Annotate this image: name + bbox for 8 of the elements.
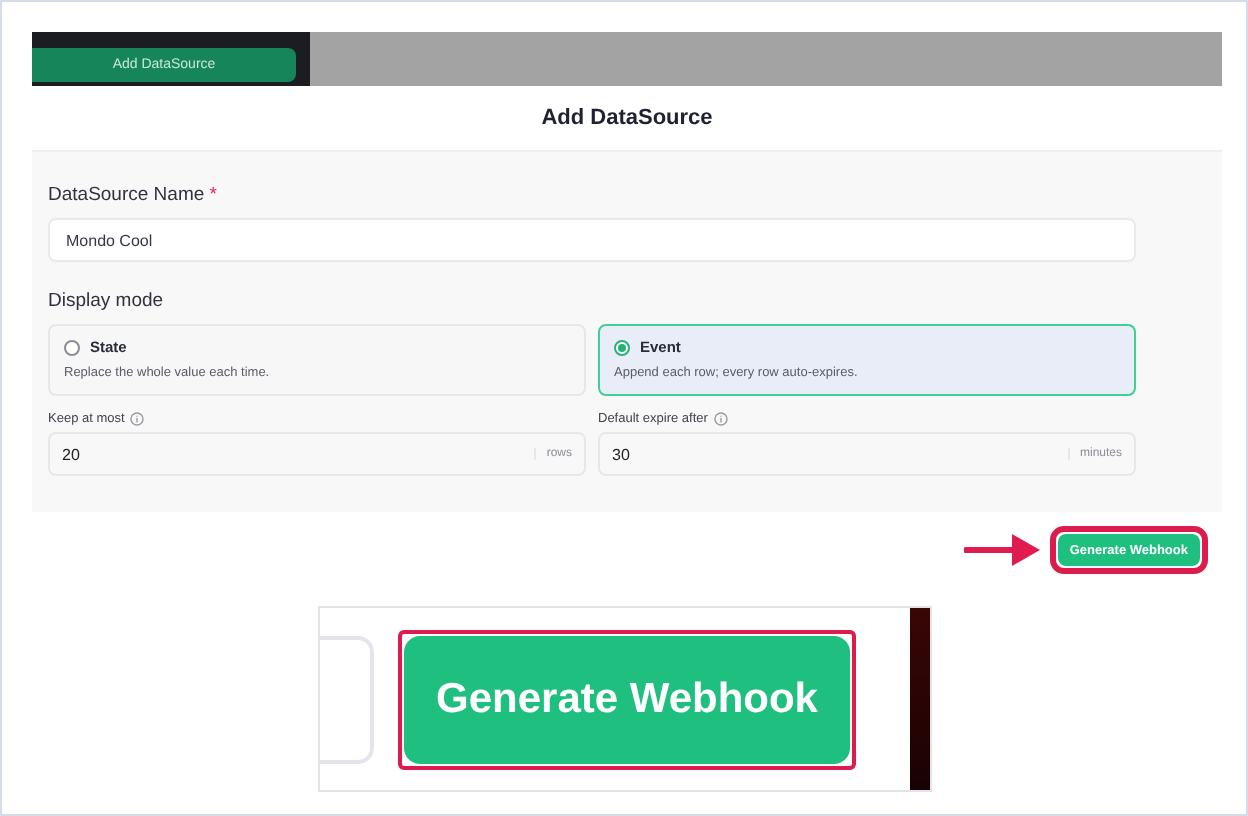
arrow-icon	[963, 532, 1044, 568]
radio-icon	[64, 339, 80, 355]
radio-icon	[614, 339, 630, 355]
field-label: DataSource Name *	[48, 184, 219, 206]
name-field[interactable]: Mondo Cool	[48, 218, 1136, 262]
info-icon	[130, 411, 145, 425]
info-icon	[713, 411, 728, 425]
section-label: Display mode	[48, 290, 166, 312]
